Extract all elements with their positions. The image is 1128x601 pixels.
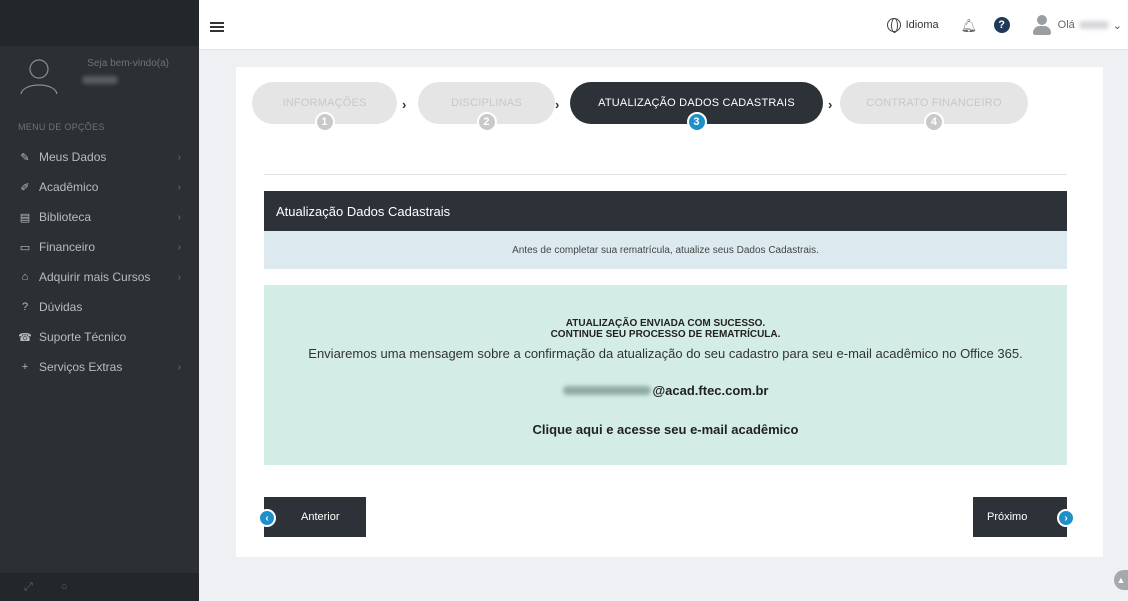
step-label: DISCIPLINAS [451, 97, 522, 109]
user-avatar-icon [20, 59, 58, 95]
step-number-badge: 4 [924, 112, 944, 132]
success-message: Enviaremos uma mensagem sobre a confirma… [308, 346, 1023, 361]
power-icon[interactable]: ○ [61, 581, 68, 593]
step-label: ATUALIZAÇÃO DADOS CADASTRAIS [598, 97, 795, 109]
step-number-badge: 3 [686, 112, 707, 132]
success-title: ATUALIZAÇÃO ENVIADA COM SUCESSO. CONTINU… [264, 318, 1067, 340]
sidebar-item-label: Serviços Extras [39, 360, 123, 374]
step-chevron-icon: › [555, 97, 560, 112]
scroll-top-button[interactable]: ▲ [1114, 570, 1128, 590]
sidebar-logo-area [0, 0, 199, 46]
fullscreen-icon[interactable]: ⤢ [24, 581, 33, 594]
sidebar-item-meus-dados[interactable]: ✎ Meus Dados › [0, 142, 199, 172]
edit-icon: ✎ [20, 151, 30, 164]
success-title-line1: ATUALIZAÇÃO ENVIADA COM SUCESSO. [565, 318, 766, 329]
pencil-icon: ✐ [20, 181, 30, 194]
step-4[interactable]: CONTRATO FINANCEIRO 4 [840, 82, 1028, 132]
email-user-redacted [562, 386, 651, 395]
sidebar-profile: Seja bem-vindo(a) [0, 46, 199, 108]
top-header: Idioma 🔔︎ ? Olá ⌄ [199, 0, 1128, 50]
sidebar-item-acad-mico[interactable]: ✐ Acadêmico › [0, 172, 199, 202]
sidebar-item-biblioteca[interactable]: ▤ Biblioteca › [0, 202, 199, 232]
sidebar-footer: ⤢ ○ [0, 573, 199, 601]
step-chevron-icon: › [828, 97, 833, 112]
question-circle-icon: ? [21, 301, 29, 313]
sidebar-item-label: Meus Dados [39, 150, 107, 164]
support-icon: ☎ [18, 331, 32, 344]
sidebar-item-adquirir-mais-cursos[interactable]: ⌂ Adquirir mais Cursos › [0, 262, 199, 292]
success-panel: ATUALIZAÇÃO ENVIADA COM SUCESSO. CONTINU… [264, 285, 1067, 465]
sidebar-item-label: Acadêmico [39, 180, 99, 194]
step-2[interactable]: DISCIPLINAS 2 [418, 82, 555, 132]
previous-label: Anterior [301, 511, 340, 523]
chevron-right-icon: › [177, 361, 181, 373]
email-domain: @acad.ftec.com.br [652, 383, 769, 398]
step-number-badge: 2 [476, 112, 497, 132]
book-icon: ▤ [19, 211, 31, 224]
user-avatar-icon[interactable] [1032, 14, 1052, 36]
section-info: Antes de completar sua rematrícula, atua… [264, 231, 1067, 269]
success-title-line2: CONTINUE SEU PROCESSO DE REMATRÍCULA. [550, 329, 781, 340]
previous-button[interactable]: ‹ Anterior [258, 497, 366, 537]
academic-email-link[interactable]: Clique aqui e acesse seu e-mail acadêmic… [533, 422, 799, 437]
wizard-steps: INFORMAÇÕES 1 DISCIPLINAS 2 ATUALIZAÇÃO DADO… [252, 82, 1092, 142]
chevron-right-icon: › [177, 151, 181, 163]
section-title: Atualização Dados Cadastrais [264, 191, 1067, 231]
sidebar-menu: ✎ Meus Dados › ✐ Acadêmico › ▤ Biblioteca › ▭ Fina… [0, 142, 199, 382]
sidebar-item-label: Suporte Técnico [39, 330, 127, 344]
chevron-right-icon: › [177, 241, 181, 253]
sidebar-item-servi-os-extras[interactable]: + Serviços Extras › [0, 352, 199, 382]
next-label: Próximo [987, 511, 1028, 523]
chevron-right-icon: › [177, 211, 181, 223]
step-label: INFORMAÇÕES [282, 97, 367, 109]
wallet-icon: ▭ [19, 241, 31, 254]
chevron-right-icon: › [1057, 509, 1075, 527]
menu-title: MENU DE OPÇÕES [18, 122, 105, 132]
sidebar-item-financeiro[interactable]: ▭ Financeiro › [0, 232, 199, 262]
divider [264, 174, 1067, 175]
language-selector[interactable]: Idioma [906, 19, 939, 31]
step-1[interactable]: INFORMAÇÕES 1 [252, 82, 397, 132]
academic-email: @acad.ftec.com.br [264, 383, 1067, 398]
sidebar: Seja bem-vindo(a) MENU DE OPÇÕES ✎ Meus D… [0, 0, 199, 601]
bell-icon[interactable]: 🔔︎ [961, 18, 978, 33]
sidebar-item-suporte-t-cnico[interactable]: ☎ Suporte Técnico [0, 322, 199, 352]
globe-icon[interactable] [886, 18, 901, 33]
welcome-text: Seja bem-vindo(a) [87, 58, 169, 69]
home-icon: ⌂ [21, 271, 29, 283]
chevron-right-icon: › [177, 181, 181, 193]
hamburger-menu-icon[interactable] [210, 22, 224, 32]
chevron-left-icon: ‹ [258, 509, 276, 527]
chevron-right-icon: › [177, 271, 181, 283]
sidebar-item-d-vidas[interactable]: ? Dúvidas [0, 292, 199, 322]
sidebar-item-label: Financeiro [39, 240, 96, 254]
sidebar-item-label: Dúvidas [39, 300, 83, 314]
greeting: Olá [1057, 19, 1075, 31]
user-name-redacted [1078, 21, 1109, 29]
user-plus-icon: + [21, 361, 29, 373]
step-number-badge: 1 [314, 112, 335, 132]
step-chevron-icon: › [402, 97, 407, 112]
sidebar-item-label: Adquirir mais Cursos [39, 270, 151, 284]
chevron-down-icon[interactable]: ⌄ [1113, 19, 1122, 32]
help-icon[interactable]: ? [993, 17, 1010, 33]
username-redacted [82, 76, 118, 84]
step-3[interactable]: ATUALIZAÇÃO DADOS CADASTRAIS 3 [570, 82, 823, 132]
next-button[interactable]: Próximo › [973, 497, 1075, 537]
main-card: INFORMAÇÕES 1 DISCIPLINAS 2 ATUALIZAÇÃO DADO… [236, 67, 1103, 557]
sidebar-item-label: Biblioteca [39, 210, 92, 224]
step-label: CONTRATO FINANCEIRO [866, 97, 1002, 109]
